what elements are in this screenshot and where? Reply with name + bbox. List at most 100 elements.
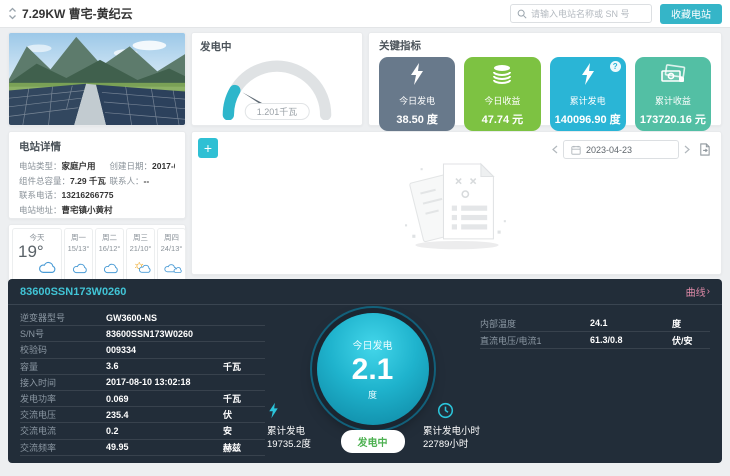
device-sn-tab[interactable]: 83600SSN173W0260 bbox=[20, 286, 126, 298]
field-contact: 联系人：-- bbox=[109, 174, 175, 189]
calendar-icon bbox=[571, 145, 581, 155]
weather-day-label: 周四 bbox=[164, 232, 179, 243]
weather-day-label: 周一 bbox=[71, 232, 86, 243]
search-input[interactable] bbox=[531, 9, 645, 19]
table-row: 容量3.6千瓦 bbox=[20, 359, 265, 375]
next-day-arrow-icon[interactable] bbox=[684, 145, 690, 154]
weather-day-mon: 周一 15/13° bbox=[64, 228, 93, 283]
date-controls: 2023-04-23 bbox=[552, 140, 711, 159]
weather-today-temp: 19° bbox=[14, 243, 44, 261]
topbar-right: 收藏电站 bbox=[510, 4, 722, 24]
no-data-illustration bbox=[377, 151, 537, 260]
status-badge: 发电中 bbox=[341, 430, 405, 453]
indicator-today-generation: 今日发电 38.50 度 bbox=[379, 57, 455, 131]
device-panel-header: 83600SSN173W0260 曲线 › bbox=[8, 279, 722, 305]
station-details-title: 电站详情 bbox=[19, 139, 175, 154]
stat-label: 累计发电小时 bbox=[423, 426, 480, 437]
topbar: 7.29KW 曹宅-黄纪云 收藏电站 bbox=[0, 0, 730, 28]
previous-day-arrow-icon[interactable] bbox=[552, 145, 558, 154]
indicator-value: 47.74 元 bbox=[482, 111, 524, 127]
cloud-icon bbox=[38, 261, 60, 280]
weather-day-wed: 周三 21/10° bbox=[126, 228, 155, 283]
stat-value: 22789小时 bbox=[423, 439, 468, 450]
field-created-date: 创建日期：2017-08-10 bbox=[109, 159, 175, 174]
key-indicators-title: 关键指标 bbox=[379, 38, 711, 53]
field-station-type: 电站类型：家庭户用 bbox=[19, 159, 109, 174]
indicator-label: 累计发电 bbox=[570, 94, 606, 107]
weather-day-thu: 周四 24/13° bbox=[157, 228, 186, 283]
export-report-icon[interactable] bbox=[698, 143, 711, 156]
table-row: 内部温度24.1度 bbox=[480, 315, 710, 332]
indicator-tiles: 今日发电 38.50 度 今日收益 47.74 元 ? bbox=[379, 57, 711, 131]
indicator-value: 140096.90 度 bbox=[555, 111, 621, 127]
stat-label: 累计发电 bbox=[267, 426, 305, 437]
topbar-left: 7.29KW 曹宅-黄纪云 bbox=[8, 5, 133, 22]
cloud-icon bbox=[103, 261, 122, 280]
lightning-icon bbox=[579, 62, 597, 91]
search-icon bbox=[517, 9, 527, 19]
indicator-today-income: 今日收益 47.74 元 bbox=[464, 57, 540, 131]
today-generation-circle: 今日发电 2.1 度 bbox=[317, 313, 429, 425]
circle-unit: 度 bbox=[368, 388, 377, 401]
inverter-device-panel: 83600SSN173W0260 曲线 › 逆变器型号GW3600-NS S/N… bbox=[8, 279, 722, 463]
table-row: 交流电压235.4伏 bbox=[20, 407, 265, 423]
stat-value: 19735.2度 bbox=[267, 439, 311, 450]
help-question-icon[interactable]: ? bbox=[610, 61, 621, 72]
station-search-box bbox=[510, 4, 652, 23]
curve-link-label: 曲线 bbox=[686, 284, 706, 299]
solar-plant-photo-illustration bbox=[9, 33, 185, 125]
weather-day-label: 周三 bbox=[133, 232, 148, 243]
indicator-label: 今日收益 bbox=[484, 94, 520, 107]
sun-cloud-icon bbox=[133, 261, 153, 280]
summary-row: 发电中 1.201千瓦 关键指标 今日发电 38.50 度 bbox=[0, 28, 730, 126]
total-generation-stat: 累计发电 19735.2度 bbox=[267, 402, 311, 451]
weather-day-temp: 16/12° bbox=[99, 244, 121, 253]
device-panel-body: 逆变器型号GW3600-NS S/N号83600SSN173W0260 校验码0… bbox=[8, 305, 722, 462]
indicator-value: 38.50 度 bbox=[396, 111, 438, 127]
date-value: 2023-04-23 bbox=[586, 145, 632, 155]
generation-gauge-card: 发电中 1.201千瓦 bbox=[191, 32, 363, 126]
details-row: 电站详情 电站类型：家庭户用 创建日期：2017-08-10 组件总容量：7.2… bbox=[0, 126, 730, 275]
table-row: 直流电压/电流161.3/0.8伏/安 bbox=[480, 332, 710, 349]
table-row: 校验码009334 bbox=[20, 342, 265, 358]
expand-collapse-chevrons-icon[interactable] bbox=[8, 6, 17, 21]
gauge-value-label: 1.201千瓦 bbox=[245, 103, 310, 120]
circle-value: 2.1 bbox=[352, 354, 394, 386]
weather-card: 今天 19° 周一 15/13° 周二 16/12° bbox=[8, 224, 186, 287]
circle-title: 今日发电 bbox=[353, 337, 393, 352]
table-row: 逆变器型号GW3600-NS bbox=[20, 310, 265, 326]
table-row: S/N号83600SSN173W0260 bbox=[20, 326, 265, 342]
field-address: 电站地址：曹宅镇小黄村 bbox=[19, 203, 175, 218]
station-details-fields: 电站类型：家庭户用 创建日期：2017-08-10 组件总容量：7.29 千瓦 … bbox=[19, 159, 175, 217]
weather-today: 今天 19° bbox=[12, 228, 62, 283]
indicator-label: 今日发电 bbox=[399, 94, 435, 107]
chart-area-card: + 2023-04-23 bbox=[191, 131, 722, 275]
weather-day-temp: 24/13° bbox=[161, 244, 183, 253]
clock-icon bbox=[437, 402, 480, 423]
table-row: 发电功率0.069千瓦 bbox=[20, 391, 265, 407]
field-capacity: 组件总容量：7.29 千瓦 bbox=[19, 174, 109, 189]
weather-day-tue: 周二 16/12° bbox=[95, 228, 124, 283]
station-photo bbox=[8, 32, 186, 126]
gauge-status-title: 发电中 bbox=[200, 39, 354, 54]
left-column: 电站详情 电站类型：家庭户用 创建日期：2017-08-10 组件总容量：7.2… bbox=[8, 131, 186, 275]
indicator-total-income: 累计收益 173720.16 元 bbox=[635, 57, 711, 131]
coins-icon bbox=[490, 62, 514, 91]
total-hours-stat: 累计发电小时 22789小时 bbox=[423, 402, 480, 451]
cash-icon bbox=[660, 62, 686, 91]
device-center-display: 今日发电 2.1 度 累计发电 19735.2度 发电中 累计发电小时 bbox=[265, 310, 480, 456]
curve-link[interactable]: 曲线 › bbox=[686, 284, 710, 299]
lightning-icon bbox=[408, 62, 426, 91]
clouds-icon bbox=[164, 261, 184, 280]
lightning-icon bbox=[267, 402, 311, 423]
table-row: 交流频率49.95赫兹 bbox=[20, 440, 265, 456]
favorite-station-button[interactable]: 收藏电站 bbox=[660, 4, 722, 24]
key-indicators-card: 关键指标 今日发电 38.50 度 今日收 bbox=[368, 32, 722, 126]
weather-day-temp: 21/10° bbox=[130, 244, 152, 253]
date-picker[interactable]: 2023-04-23 bbox=[563, 140, 679, 159]
device-left-table: 逆变器型号GW3600-NS S/N号83600SSN173W0260 校验码0… bbox=[20, 310, 265, 456]
indicator-total-generation: ? 累计发电 140096.90 度 bbox=[550, 57, 626, 131]
weather-day-temp: 15/13° bbox=[68, 244, 90, 253]
add-button[interactable]: + bbox=[198, 138, 218, 158]
chevron-right-icon: › bbox=[707, 286, 710, 297]
